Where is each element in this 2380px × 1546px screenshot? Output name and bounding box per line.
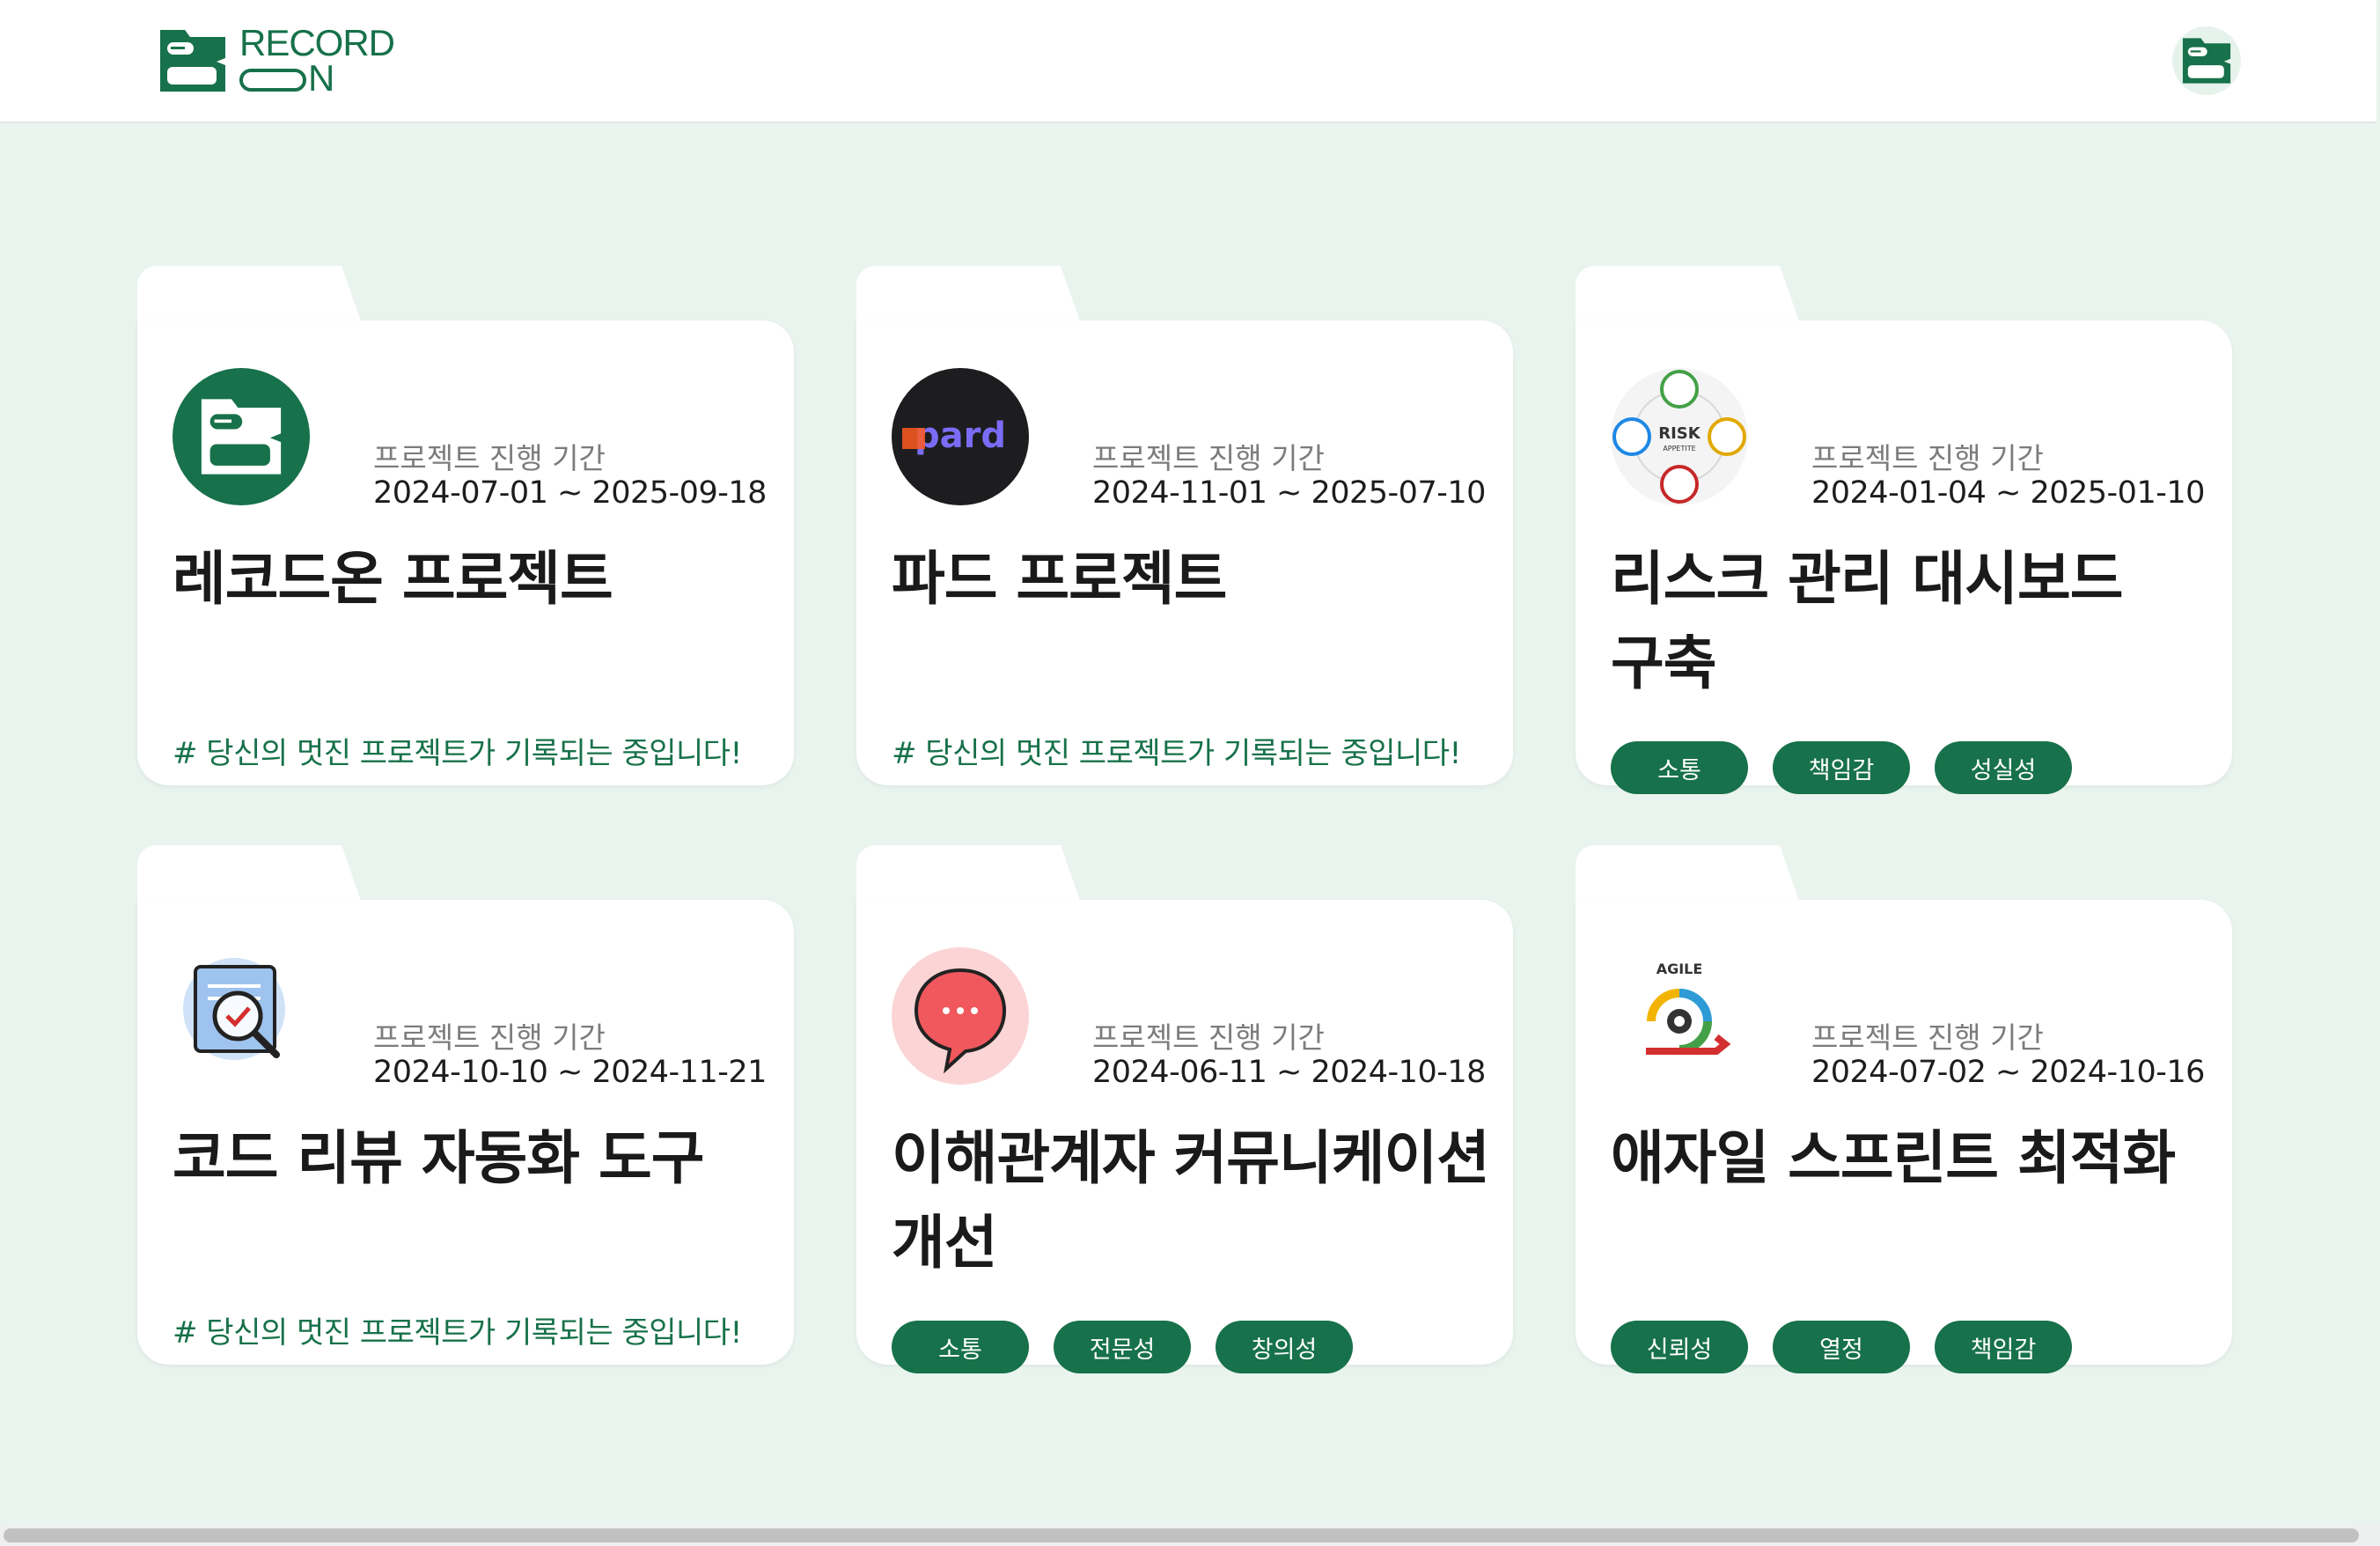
project-title: 코드 리뷰 자동화 도구 xyxy=(173,1124,704,1192)
record-on-avatar-icon xyxy=(2182,38,2231,84)
card-body: 프로젝트 진행 기간 2024-06-11 ~ 2024-10-18 이해관계자… xyxy=(856,900,1513,1373)
code-review-magnifier-icon xyxy=(183,958,285,1060)
project-card[interactable]: RISK APPETITE 프로젝트 진행 기간 2024-01-04 ~ 20… xyxy=(1576,266,2232,794)
logo-line-1: RECORD xyxy=(239,22,395,63)
project-card[interactable]: AGILE 프로젝트 진행 기간 2024-07-02 ~ 2024-10-16… xyxy=(1576,845,2232,1373)
period-label: 프로젝트 진행 기간 xyxy=(373,441,606,475)
pard-logo-text: pard xyxy=(915,416,1006,456)
horizontal-scrollbar[interactable] xyxy=(0,1525,2380,1546)
tag-badge[interactable]: 신뢰성 xyxy=(1611,1321,1748,1373)
tag-badge[interactable]: 열정 xyxy=(1773,1321,1910,1373)
tag-badge[interactable]: 책임감 xyxy=(1935,1321,2072,1373)
logo-line-2: N xyxy=(308,57,334,99)
project-thumbnail xyxy=(173,947,310,1085)
tag-badge[interactable]: 책임감 xyxy=(1773,741,1910,794)
project-title: 이해관계자 커뮤니케이션 개선 xyxy=(892,1124,1490,1277)
risk-appetite-icon: RISK APPETITE xyxy=(1612,370,1746,504)
project-title: 파드 프로젝트 xyxy=(892,545,1227,613)
project-period: 2024-06-11 ~ 2024-10-18 xyxy=(1092,1055,1486,1090)
project-card[interactable]: 프로젝트 진행 기간 2024-06-11 ~ 2024-10-18 이해관계자… xyxy=(856,845,1513,1373)
project-period: 2024-07-02 ~ 2024-10-16 xyxy=(1811,1055,2205,1090)
tag-badge[interactable]: 성실성 xyxy=(1935,741,2072,794)
card-body: AGILE 프로젝트 진행 기간 2024-07-02 ~ 2024-10-16… xyxy=(1576,900,2232,1373)
project-title: 애자일 스프린트 최적화 xyxy=(1611,1124,2176,1192)
period-label: 프로젝트 진행 기간 xyxy=(1811,441,2044,475)
period-label: 프로젝트 진행 기간 xyxy=(1092,1020,1325,1055)
pard-logo-icon: pard xyxy=(902,416,1006,456)
project-title: 리스크 관리 대시보드 구축 xyxy=(1611,545,2123,697)
profile-avatar[interactable] xyxy=(2172,26,2241,95)
project-note: # 당신의 멋진 프로젝트가 기록되는 중입니다! xyxy=(892,736,1461,771)
tag-badge[interactable]: 소통 xyxy=(1611,741,1748,794)
period-label: 프로젝트 진행 기간 xyxy=(1811,1020,2044,1055)
risk-icon-subtext: APPETITE xyxy=(1663,445,1695,453)
tag-badge[interactable]: 창의성 xyxy=(1216,1321,1353,1373)
project-period: 2024-11-01 ~ 2025-07-10 xyxy=(1092,475,1486,511)
project-thumbnail: pard xyxy=(892,368,1029,505)
logo-wordmark: RECORD N xyxy=(239,22,395,99)
tag-list: 소통 전문성 창의성 xyxy=(892,1321,1353,1373)
tag-list: 소통 책임감 성실성 xyxy=(1611,741,2072,794)
tag-list: 신뢰성 열정 책임감 xyxy=(1611,1321,2072,1373)
record-on-logo-icon xyxy=(160,30,225,92)
card-body: RISK APPETITE 프로젝트 진행 기간 2024-01-04 ~ 20… xyxy=(1576,320,2232,794)
record-on-logo-icon xyxy=(201,399,282,475)
project-thumbnail xyxy=(892,947,1029,1085)
logo[interactable]: RECORD N xyxy=(157,22,395,99)
card-body: 프로젝트 진행 기간 2024-10-10 ~ 2024-11-21 코드 리뷰… xyxy=(137,900,794,1365)
project-period: 2024-10-10 ~ 2024-11-21 xyxy=(373,1055,767,1090)
project-period: 2024-01-04 ~ 2025-01-10 xyxy=(1811,475,2205,511)
card-body: pard 프로젝트 진행 기간 2024-11-01 ~ 2025-07-10 … xyxy=(856,320,1513,785)
scrollbar-thumb[interactable] xyxy=(4,1528,2359,1542)
project-thumbnail: AGILE xyxy=(1611,947,1748,1085)
logo-pill-shape xyxy=(239,69,306,92)
chat-bubble-icon xyxy=(914,968,1007,1074)
project-card[interactable]: 프로젝트 진행 기간 2024-07-01 ~ 2025-09-18 레코드온 … xyxy=(137,266,794,785)
card-body: 프로젝트 진행 기간 2024-07-01 ~ 2025-09-18 레코드온 … xyxy=(137,320,794,785)
project-card[interactable]: 프로젝트 진행 기간 2024-10-10 ~ 2024-11-21 코드 리뷰… xyxy=(137,845,794,1365)
project-thumbnail xyxy=(173,368,310,505)
project-card[interactable]: pard 프로젝트 진행 기간 2024-11-01 ~ 2025-07-10 … xyxy=(856,266,1513,785)
project-title: 레코드온 프로젝트 xyxy=(173,545,613,613)
app-header: RECORD N xyxy=(0,0,2376,123)
period-label: 프로젝트 진행 기간 xyxy=(373,1020,606,1055)
project-period: 2024-07-01 ~ 2025-09-18 xyxy=(373,475,767,511)
tag-badge[interactable]: 전문성 xyxy=(1054,1321,1191,1373)
project-thumbnail: RISK APPETITE xyxy=(1611,368,1748,505)
agile-cycle-icon: AGILE xyxy=(1646,961,1731,1055)
risk-icon-text: RISK xyxy=(1658,424,1701,443)
agile-icon-text: AGILE xyxy=(1656,961,1703,977)
period-label: 프로젝트 진행 기간 xyxy=(1092,441,1325,475)
project-note: # 당신의 멋진 프로젝트가 기록되는 중입니다! xyxy=(173,1315,742,1351)
tag-badge[interactable]: 소통 xyxy=(892,1321,1029,1373)
project-note: # 당신의 멋진 프로젝트가 기록되는 중입니다! xyxy=(173,736,742,771)
